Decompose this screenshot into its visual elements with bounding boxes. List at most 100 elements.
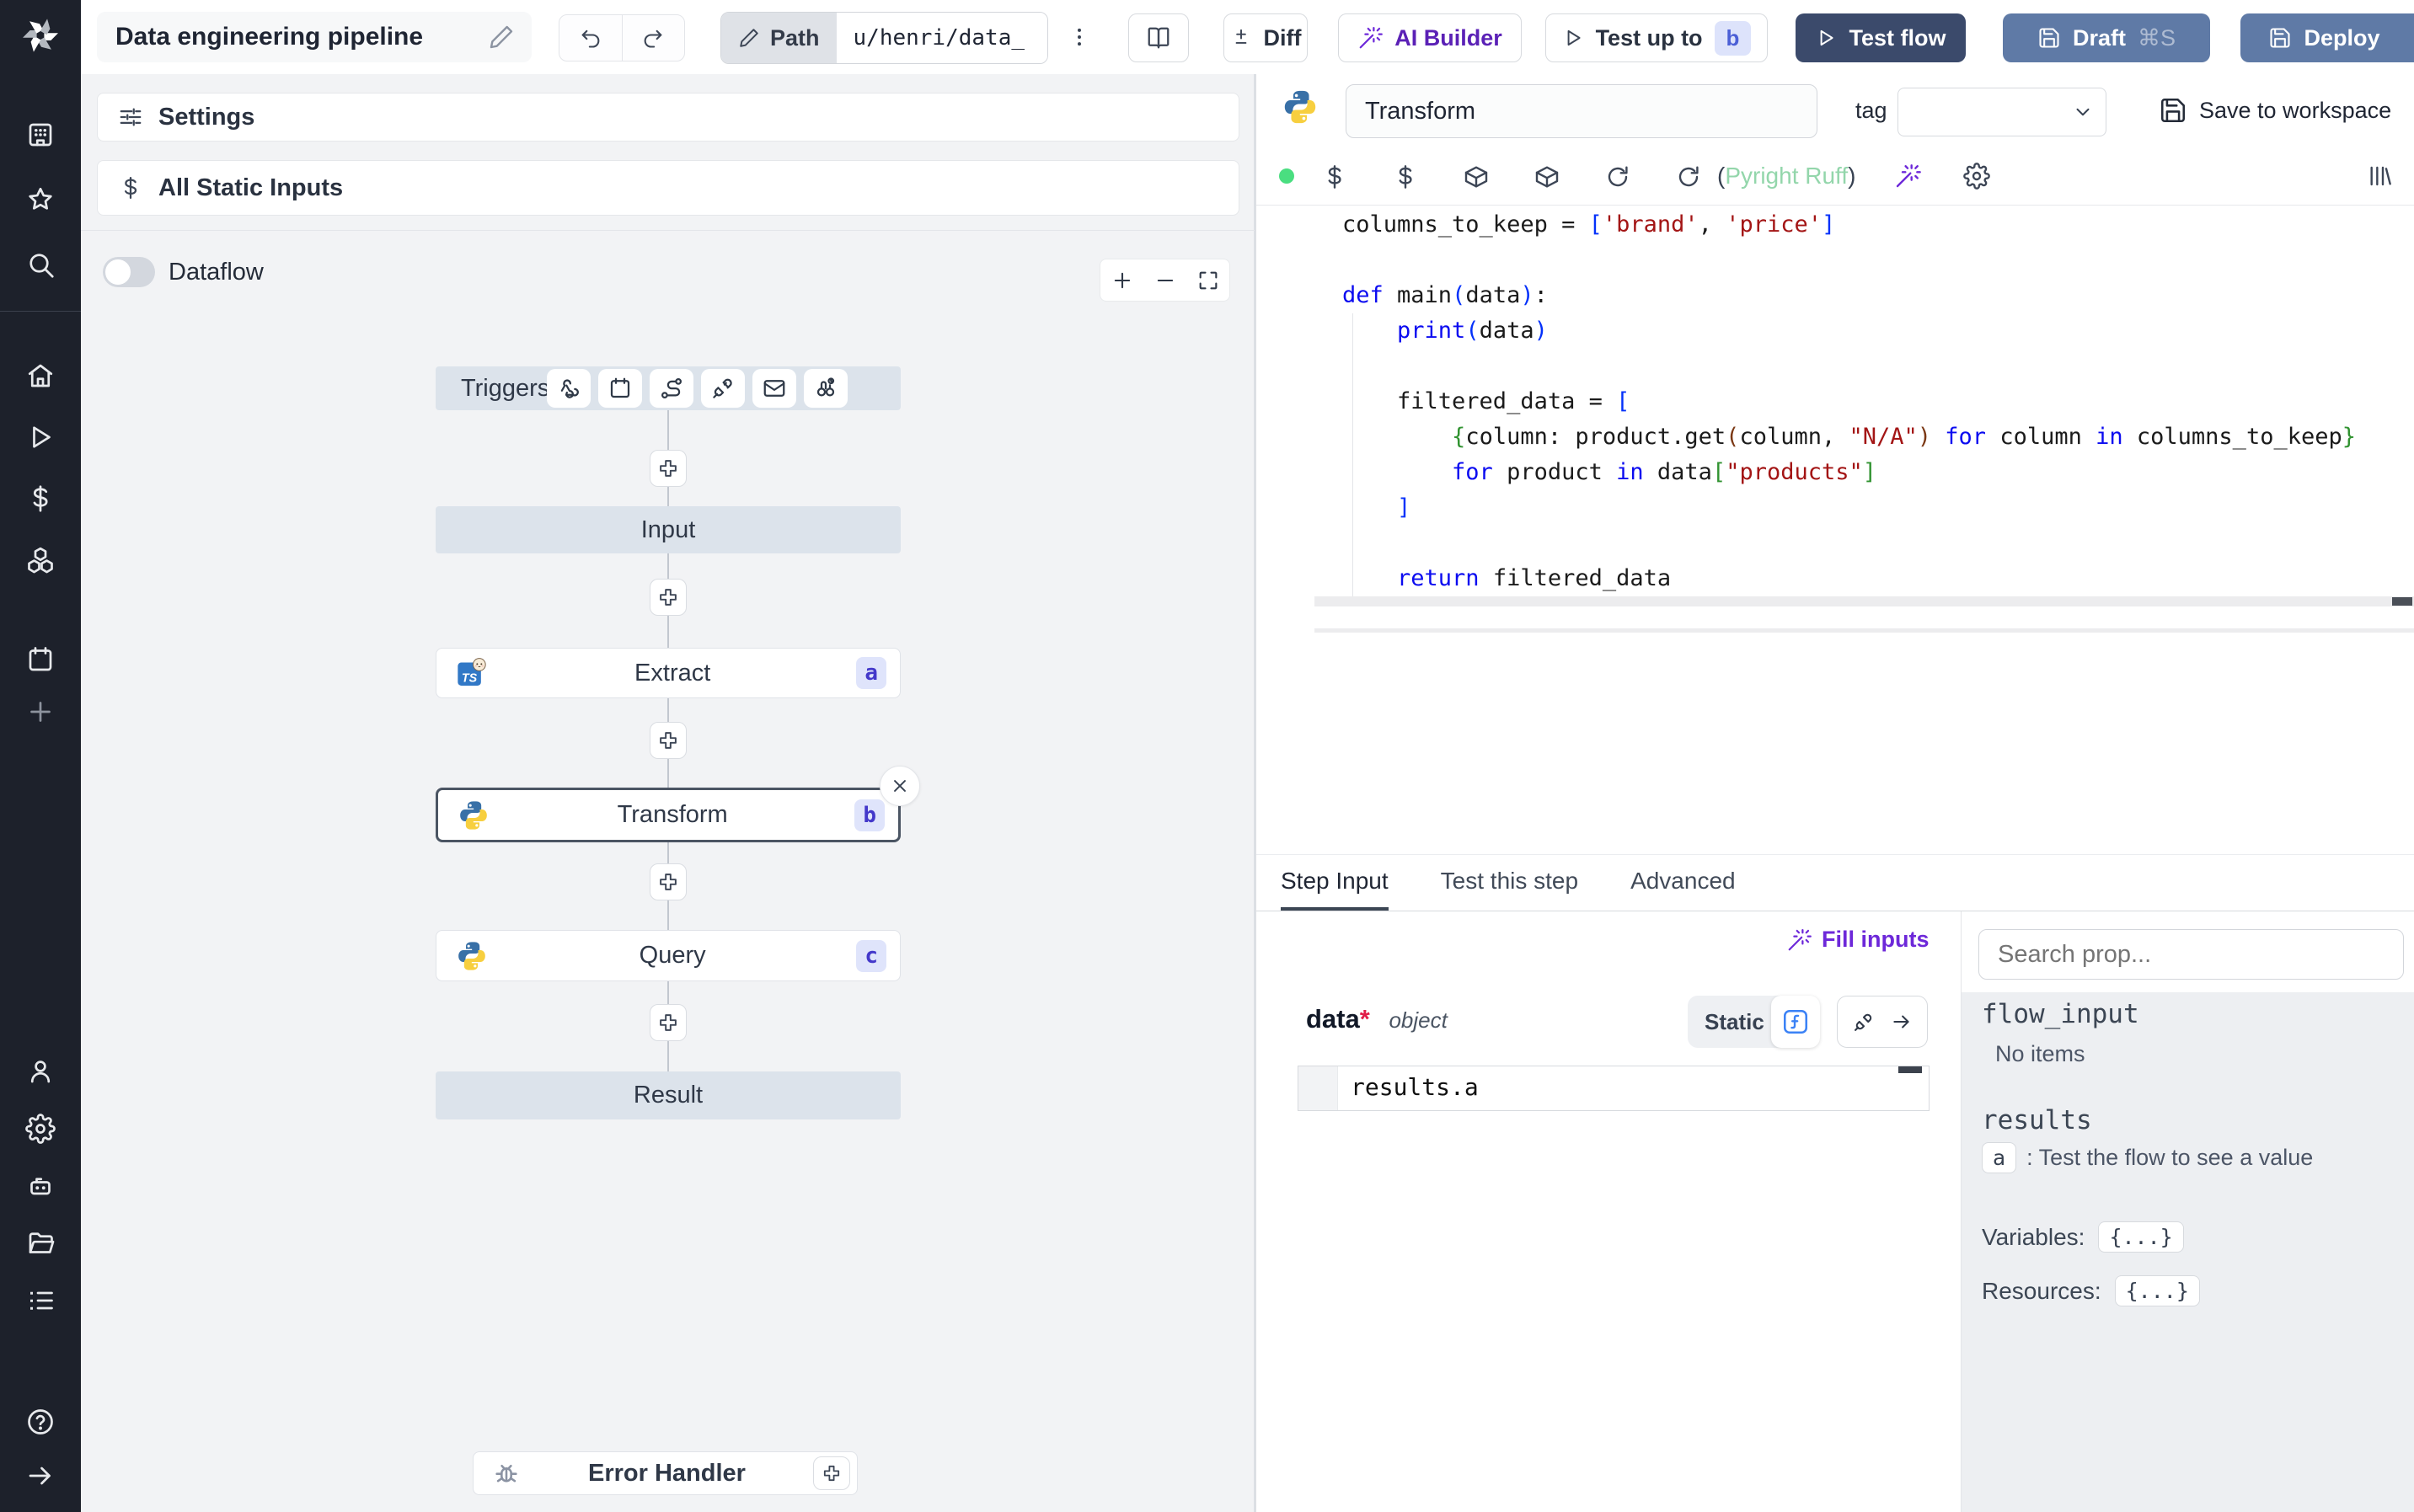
flow-title-box[interactable]: Data engineering pipeline	[97, 12, 532, 62]
expression-value[interactable]: results.a	[1351, 1073, 1479, 1101]
sidebar-item-logs[interactable]	[22, 1282, 59, 1319]
flow-node-query[interactable]: Query c	[436, 930, 901, 981]
undo-button[interactable]	[559, 15, 623, 61]
editor-toolbar-refresh[interactable]	[1675, 163, 1702, 190]
flow-settings-row[interactable]: Settings	[97, 93, 1239, 142]
docs-button[interactable]	[1128, 13, 1189, 62]
code-editor[interactable]: columns_to_keep = ['brand', 'price'] def…	[1342, 207, 2356, 596]
javascript-expression-mode-button[interactable]	[1771, 996, 1820, 1048]
main-split-divider[interactable]	[1255, 74, 1256, 1512]
error-handler-node[interactable]: Error Handler	[473, 1451, 858, 1495]
trigger-schedule[interactable]	[598, 369, 642, 408]
insert-step-button[interactable]	[650, 450, 687, 487]
sidebar-item-add[interactable]	[22, 693, 59, 730]
dataflow-toggle[interactable]	[103, 257, 155, 287]
trigger-websocket[interactable]	[701, 369, 745, 408]
flow-input-section-label[interactable]: flow_input	[1982, 999, 2139, 1029]
editor-toolbar-package[interactable]	[1463, 163, 1490, 190]
expression-input[interactable]: results.a	[1298, 1066, 1930, 1111]
trigger-poll[interactable]	[804, 369, 848, 408]
step-name-input[interactable]	[1346, 84, 1817, 138]
sidebar-item-workers[interactable]	[22, 1167, 59, 1205]
result-id-chip[interactable]: a	[1982, 1142, 2017, 1173]
edit-title-pencil-icon[interactable]	[488, 24, 515, 51]
test-up-to-button[interactable]: Test up to b	[1545, 13, 1768, 62]
sidebar-item-star[interactable]	[22, 181, 59, 218]
draft-button[interactable]: Draft ⌘S	[2003, 13, 2210, 62]
library-icon[interactable]	[2366, 163, 2393, 190]
flow-node-extract[interactable]: TS Extract a	[436, 648, 901, 698]
ai-builder-button[interactable]: AI Builder	[1338, 13, 1522, 62]
variables-chip[interactable]: {...}	[2098, 1221, 2184, 1253]
tab-step-input[interactable]: Step Input	[1281, 855, 1389, 911]
flow-node-input[interactable]: Input	[436, 506, 901, 553]
path-value[interactable]: u/henri/data_	[836, 13, 1047, 63]
redo-icon	[641, 26, 665, 50]
dollar-icon	[118, 175, 143, 200]
trigger-route[interactable]	[650, 369, 693, 408]
sidebar-item-collapse[interactable]	[22, 1457, 59, 1494]
gear-icon[interactable]	[1963, 163, 1990, 190]
code-line: {column: product.get(column, "N/A") for …	[1452, 424, 2356, 450]
save-to-workspace-button[interactable]: Save to workspace	[2199, 98, 2391, 124]
remove-node-button[interactable]	[880, 766, 920, 806]
resources-chip[interactable]: {...}	[2114, 1275, 2200, 1306]
arrow-right-icon	[1891, 1011, 1913, 1033]
sidebar-item-schedules[interactable]	[22, 641, 59, 678]
trigger-email[interactable]	[752, 369, 796, 408]
add-error-handler-button[interactable]	[813, 1456, 850, 1490]
ai-assist-icon[interactable]	[1894, 163, 1921, 190]
editor-toolbar-refresh[interactable]	[1604, 163, 1631, 190]
insert-step-button[interactable]	[650, 1004, 687, 1041]
windmill-logo-icon[interactable]	[20, 15, 61, 56]
result-item-row[interactable]: a : Test the flow to see a value	[1982, 1142, 2313, 1173]
editor-toolbar-package[interactable]	[1534, 163, 1560, 190]
insert-step-button[interactable]	[650, 863, 687, 900]
all-static-inputs-row[interactable]: All Static Inputs	[97, 160, 1239, 216]
flow-node-transform-selected[interactable]: Transform b	[436, 788, 901, 842]
flow-node-result[interactable]: Result	[436, 1071, 901, 1119]
tag-select[interactable]	[1897, 88, 2106, 136]
sidebar-item-home[interactable]	[22, 357, 59, 394]
user-icon	[25, 1056, 56, 1087]
path-label-segment[interactable]: Path	[721, 13, 837, 63]
fill-inputs-button[interactable]: Fill inputs	[1786, 927, 1930, 953]
connect-input-group[interactable]	[1837, 996, 1928, 1048]
zoom-in-icon[interactable]	[1111, 269, 1134, 292]
static-mode-button[interactable]: Static	[1688, 1009, 1771, 1035]
editor-toolbar-dollar[interactable]	[1321, 163, 1348, 190]
insert-step-button[interactable]	[650, 579, 687, 616]
redo-button[interactable]	[623, 15, 685, 61]
scrollbar-thumb[interactable]	[2392, 597, 2412, 606]
topbar: Data engineering pipeline Path u/henri/d…	[81, 0, 2414, 75]
sidebar-item-variables[interactable]	[22, 480, 59, 517]
fit-view-icon[interactable]	[1196, 269, 1220, 292]
status-dot	[1279, 168, 1294, 184]
bug-icon	[492, 1459, 521, 1488]
search-prop-input[interactable]	[1978, 929, 2404, 980]
insert-step-button[interactable]	[650, 722, 687, 759]
sidebar-item-workspace[interactable]	[22, 116, 59, 153]
tab-advanced[interactable]: Advanced	[1630, 855, 1736, 911]
more-options-button[interactable]	[1065, 19, 1094, 56]
trigger-webhook[interactable]	[547, 369, 591, 408]
sidebar-item-resources[interactable]	[22, 542, 59, 579]
zoom-out-icon[interactable]	[1153, 269, 1177, 292]
diff-button[interactable]: Diff	[1223, 13, 1308, 62]
test-flow-button[interactable]: Test flow	[1796, 13, 1966, 62]
node-label: Transform	[617, 801, 728, 828]
wand-icon	[1786, 927, 1812, 953]
results-section-label[interactable]: results	[1982, 1105, 2092, 1135]
sidebar-item-folders[interactable]	[22, 1225, 59, 1262]
sidebar-item-user[interactable]	[22, 1053, 59, 1090]
path-button-group[interactable]: Path u/henri/data_	[720, 12, 1048, 64]
search-icon	[25, 249, 56, 280]
sidebar-item-runs[interactable]	[22, 419, 59, 456]
sidebar-item-help[interactable]	[22, 1403, 59, 1440]
tab-test-this-step[interactable]: Test this step	[1441, 855, 1578, 911]
deploy-button[interactable]: Deploy	[2240, 13, 2408, 62]
editor-toolbar-dollar[interactable]	[1392, 163, 1419, 190]
sidebar-item-search[interactable]	[22, 246, 59, 283]
sidebar-item-settings[interactable]	[22, 1110, 59, 1147]
editor-horizontal-scrollbar[interactable]	[1314, 596, 2414, 606]
